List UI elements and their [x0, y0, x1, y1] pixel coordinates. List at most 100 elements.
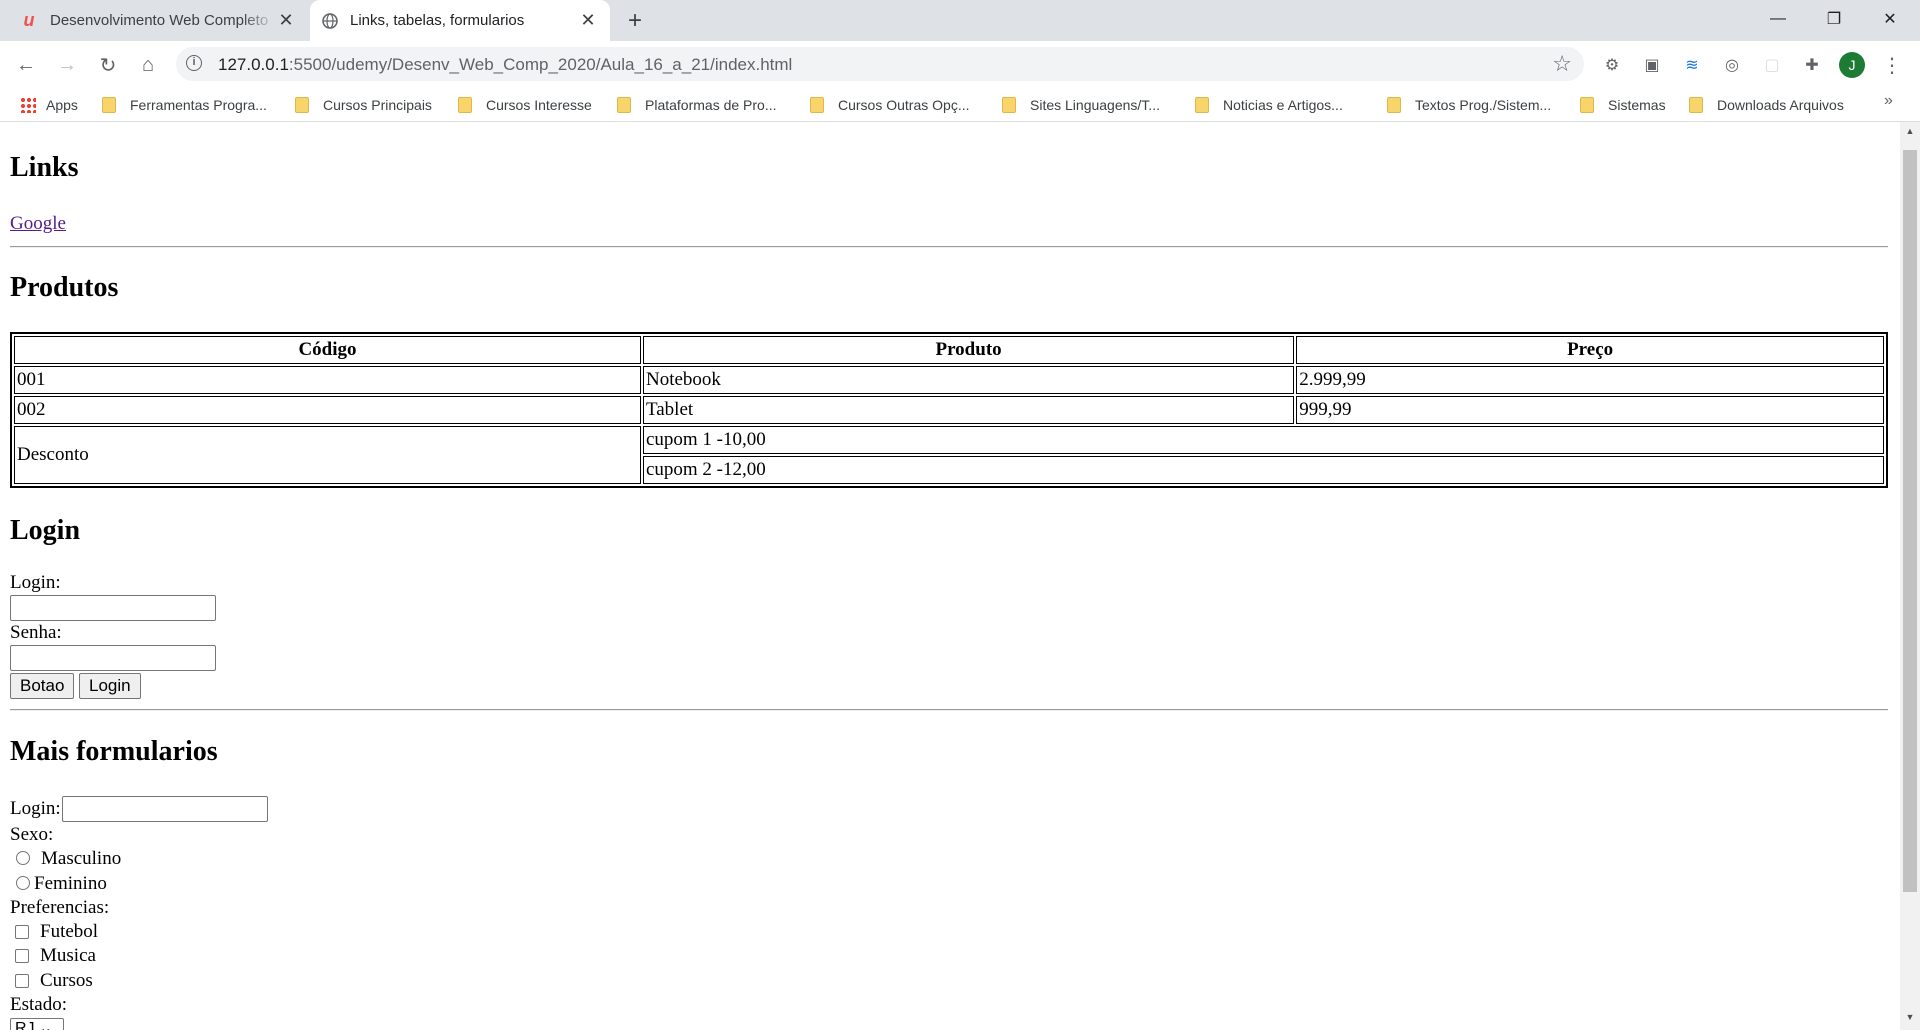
minimize-icon: — [1770, 10, 1786, 27]
menu-dots-icon[interactable]: ⋮ [1880, 51, 1904, 79]
bookmark-folder[interactable]: Cursos Interesse [458, 88, 592, 121]
cursos-label: Cursos [40, 970, 93, 991]
address-bar[interactable]: i 127.0.0.1:5500/udemy/Desenv_Web_Comp_2… [176, 47, 1584, 81]
back-arrow-icon: ← [16, 53, 36, 76]
bookmark-label: Apps [46, 96, 78, 113]
bookmark-folder[interactable]: Plataformas de Pro... [617, 88, 777, 121]
udemy-logo-icon: u [23, 10, 35, 30]
screen-capture-icon[interactable]: ▣ [1640, 53, 1664, 77]
page-viewport: Links Google Produtos Código Produto Pre… [0, 122, 1900, 1030]
folder-icon [295, 96, 309, 113]
bookmark-folder[interactable]: Sites Linguagens/T... [1002, 88, 1160, 121]
folder-icon [1002, 96, 1016, 113]
senha-label: Senha: [10, 622, 62, 643]
folder-icon [810, 96, 824, 113]
links-heading: Links [10, 152, 79, 183]
cell-cupom: cupom 1 -10,00 [642, 426, 1884, 454]
bookmarks-overflow-button[interactable]: » [1884, 92, 1893, 110]
bookmark-folder[interactable]: Ferramentas Progra... [102, 88, 267, 121]
folder-icon [1387, 96, 1401, 113]
reload-icon: ↻ [99, 54, 117, 77]
feminino-label: Feminino [34, 873, 107, 894]
globe-icon [322, 12, 338, 29]
restore-button[interactable]: ❐ [1806, 0, 1862, 38]
home-button[interactable]: ⌂ [132, 49, 164, 81]
chevron-down-icon: ⌄ [39, 1020, 53, 1030]
bookmark-folder[interactable]: Noticias e Artigos... [1195, 88, 1343, 121]
masculino-radio[interactable] [16, 851, 30, 865]
close-window-button[interactable]: ✕ [1862, 0, 1918, 38]
toolbar: ← → ↻ ⌂ i 127.0.0.1:5500/udemy/Desenv_We… [0, 41, 1920, 88]
header-codigo: Código [14, 336, 641, 364]
close-icon[interactable]: ✕ [578, 10, 598, 31]
bookmark-apps[interactable]: Apps [20, 88, 78, 121]
musica-checkbox[interactable] [15, 949, 29, 963]
cursos-checkbox[interactable] [15, 974, 29, 988]
folder-icon [1195, 96, 1209, 113]
bookmark-label: Textos Prog./Sistem... [1415, 96, 1552, 113]
restore-icon: ❐ [1826, 11, 1842, 28]
login-button[interactable]: Login [79, 673, 141, 699]
login-heading: Login [10, 515, 81, 546]
tab-title: Desenvolvimento Web Completo [50, 12, 269, 29]
login2-input[interactable] [62, 796, 268, 822]
cell-desconto: Desconto [14, 426, 641, 484]
apps-grid-icon [20, 96, 36, 113]
extension-blank-icon[interactable]: ▢ [1760, 53, 1784, 77]
scroll-up-arrow-icon[interactable]: ▲ [1900, 126, 1920, 142]
tab-links-tabelas[interactable]: Links, tabelas, formularios ✕ [310, 0, 610, 41]
plus-icon: + [627, 7, 642, 34]
info-icon[interactable]: i [186, 55, 202, 71]
cell-preco: 999,99 [1296, 396, 1884, 424]
close-icon[interactable]: ✕ [276, 10, 296, 31]
minimize-button[interactable]: — [1750, 0, 1806, 38]
bookmarks-bar: Apps Ferramentas Progra... Cursos Princi… [0, 88, 1920, 122]
bookmark-label: Cursos Interesse [486, 96, 592, 113]
header-produto: Produto [642, 336, 1295, 364]
futebol-checkbox[interactable] [15, 925, 29, 939]
forward-arrow-icon: → [57, 53, 77, 76]
extension-gear-icon[interactable]: ⚙ [1600, 53, 1624, 77]
estado-select[interactable]: RJ ⌄ [10, 1018, 64, 1030]
bookmark-folder[interactable]: Cursos Outras Opç... [810, 88, 969, 121]
reload-button[interactable]: ↻ [92, 49, 124, 81]
estado-value: RJ [15, 1020, 35, 1030]
login-label: Login: [10, 572, 61, 593]
bookmark-folder[interactable]: Cursos Principais [295, 88, 432, 121]
botao-button[interactable]: Botao [10, 673, 75, 699]
back-button[interactable]: ← [10, 49, 42, 81]
tab-udemy[interactable]: u Desenvolvimento Web Completo ✕ [8, 0, 308, 41]
table-row: 002 Tablet 999,99 [14, 396, 1884, 424]
extension-code-icon[interactable]: ◎ [1720, 53, 1744, 77]
close-icon: ✕ [1883, 11, 1897, 28]
products-table: Código Produto Preço 001 Notebook 2.999,… [10, 332, 1888, 488]
cell-preco: 2.999,99 [1296, 366, 1884, 394]
login-input[interactable] [10, 595, 216, 621]
folder-icon [617, 96, 631, 113]
home-icon: ⌂ [141, 53, 155, 76]
new-tab-button[interactable]: + [620, 6, 650, 36]
tab-strip: u Desenvolvimento Web Completo ✕ Links, … [0, 0, 1920, 41]
bookmark-label: Ferramentas Progra... [130, 96, 267, 113]
bookmark-folder[interactable]: Textos Prog./Sistem... [1387, 88, 1551, 121]
senha-input[interactable] [10, 645, 216, 671]
cell-cupom: cupom 2 -12,00 [642, 456, 1884, 484]
extension-stack-icon[interactable]: ≋ [1680, 53, 1704, 77]
scrollbar-thumb[interactable] [1903, 150, 1917, 892]
puzzle-icon[interactable]: ✚ [1800, 53, 1824, 77]
avatar[interactable]: J [1839, 52, 1865, 78]
page-scrollbar[interactable]: ▲ ▼ [1900, 122, 1920, 1030]
bookmark-label: Sistemas [1608, 96, 1666, 113]
bookmark-star-icon[interactable]: ☆ [1552, 51, 1572, 77]
table-row: 001 Notebook 2.999,99 [14, 366, 1884, 394]
cell-codigo: 001 [14, 366, 641, 394]
scroll-down-arrow-icon[interactable]: ▼ [1900, 1012, 1920, 1028]
forward-button[interactable]: → [51, 49, 83, 81]
bookmark-folder[interactable]: Downloads Arquivos [1689, 88, 1844, 121]
feminino-radio[interactable] [16, 876, 30, 890]
folder-icon [102, 96, 116, 113]
google-link[interactable]: Google [10, 213, 66, 235]
musica-label: Musica [40, 945, 96, 966]
bookmark-folder[interactable]: Sistemas [1580, 88, 1666, 121]
bookmark-label: Cursos Principais [323, 96, 432, 113]
